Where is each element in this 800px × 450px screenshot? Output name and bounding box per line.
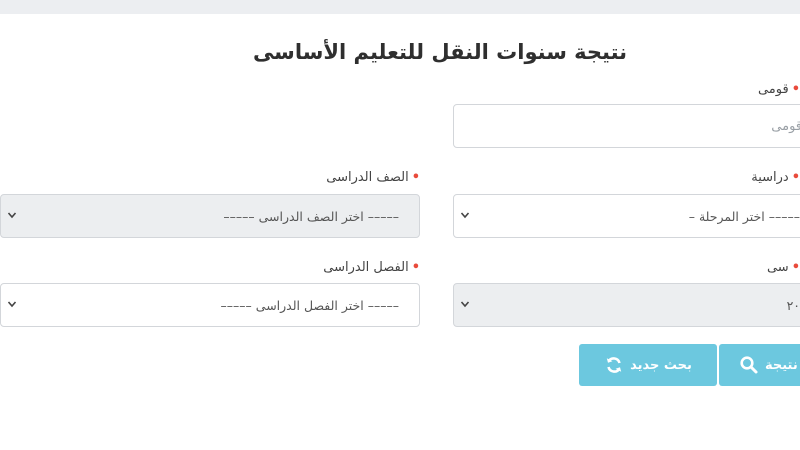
stage-select-value: – اختر المرحلة ––––– (688, 208, 800, 224)
grade-select[interactable]: ––––– اختر الصف الدراسى ––––– (0, 194, 420, 238)
result-label: نتيجة (765, 357, 798, 373)
chevron-down-icon (460, 301, 470, 308)
year-label-text: سى (766, 260, 789, 275)
term-select[interactable]: ––––– اختر الفصل الدراسى ––––– (0, 283, 420, 327)
grade-select-value: ––––– اختر الصف الدراسى ––––– (223, 208, 399, 224)
search-icon (740, 356, 758, 374)
term-label: •الفصل الدراسى (290, 260, 420, 275)
national-id-input[interactable] (454, 105, 800, 147)
required-mark: • (411, 170, 420, 185)
page-title: نتيجة سنوات النقل للتعليم الأساسى (252, 40, 628, 64)
required-mark: • (791, 82, 800, 97)
national-id-label-text: قومى (757, 82, 789, 97)
chevron-down-icon (7, 212, 17, 219)
grade-label-text: الصف الدراسى (326, 170, 409, 185)
new-search-label: بحث جديد (630, 357, 692, 373)
required-mark: • (411, 260, 420, 275)
required-mark: • (791, 170, 800, 185)
grade-label: •الصف الدراسى (290, 170, 420, 185)
result-button[interactable]: نتيجة (719, 344, 800, 386)
national-id-field[interactable] (453, 104, 800, 148)
chevron-down-icon (460, 212, 470, 219)
stage-label-text: دراسية (751, 170, 789, 185)
national-id-label: •قومى (700, 82, 800, 97)
top-bar (0, 0, 800, 14)
year-label: •سى (700, 260, 800, 275)
required-mark: • (791, 260, 800, 275)
year-select[interactable]: ٢٠ (453, 283, 800, 327)
refresh-icon (606, 357, 622, 373)
chevron-down-icon (7, 301, 17, 308)
stage-select[interactable]: – اختر المرحلة ––––– (453, 194, 800, 238)
year-select-value: ٢٠ (786, 297, 800, 313)
term-select-value: ––––– اختر الفصل الدراسى ––––– (220, 297, 399, 313)
new-search-button[interactable]: بحث جديد (579, 344, 717, 386)
stage-label: •دراسية (700, 170, 800, 185)
term-label-text: الفصل الدراسى (323, 260, 409, 275)
